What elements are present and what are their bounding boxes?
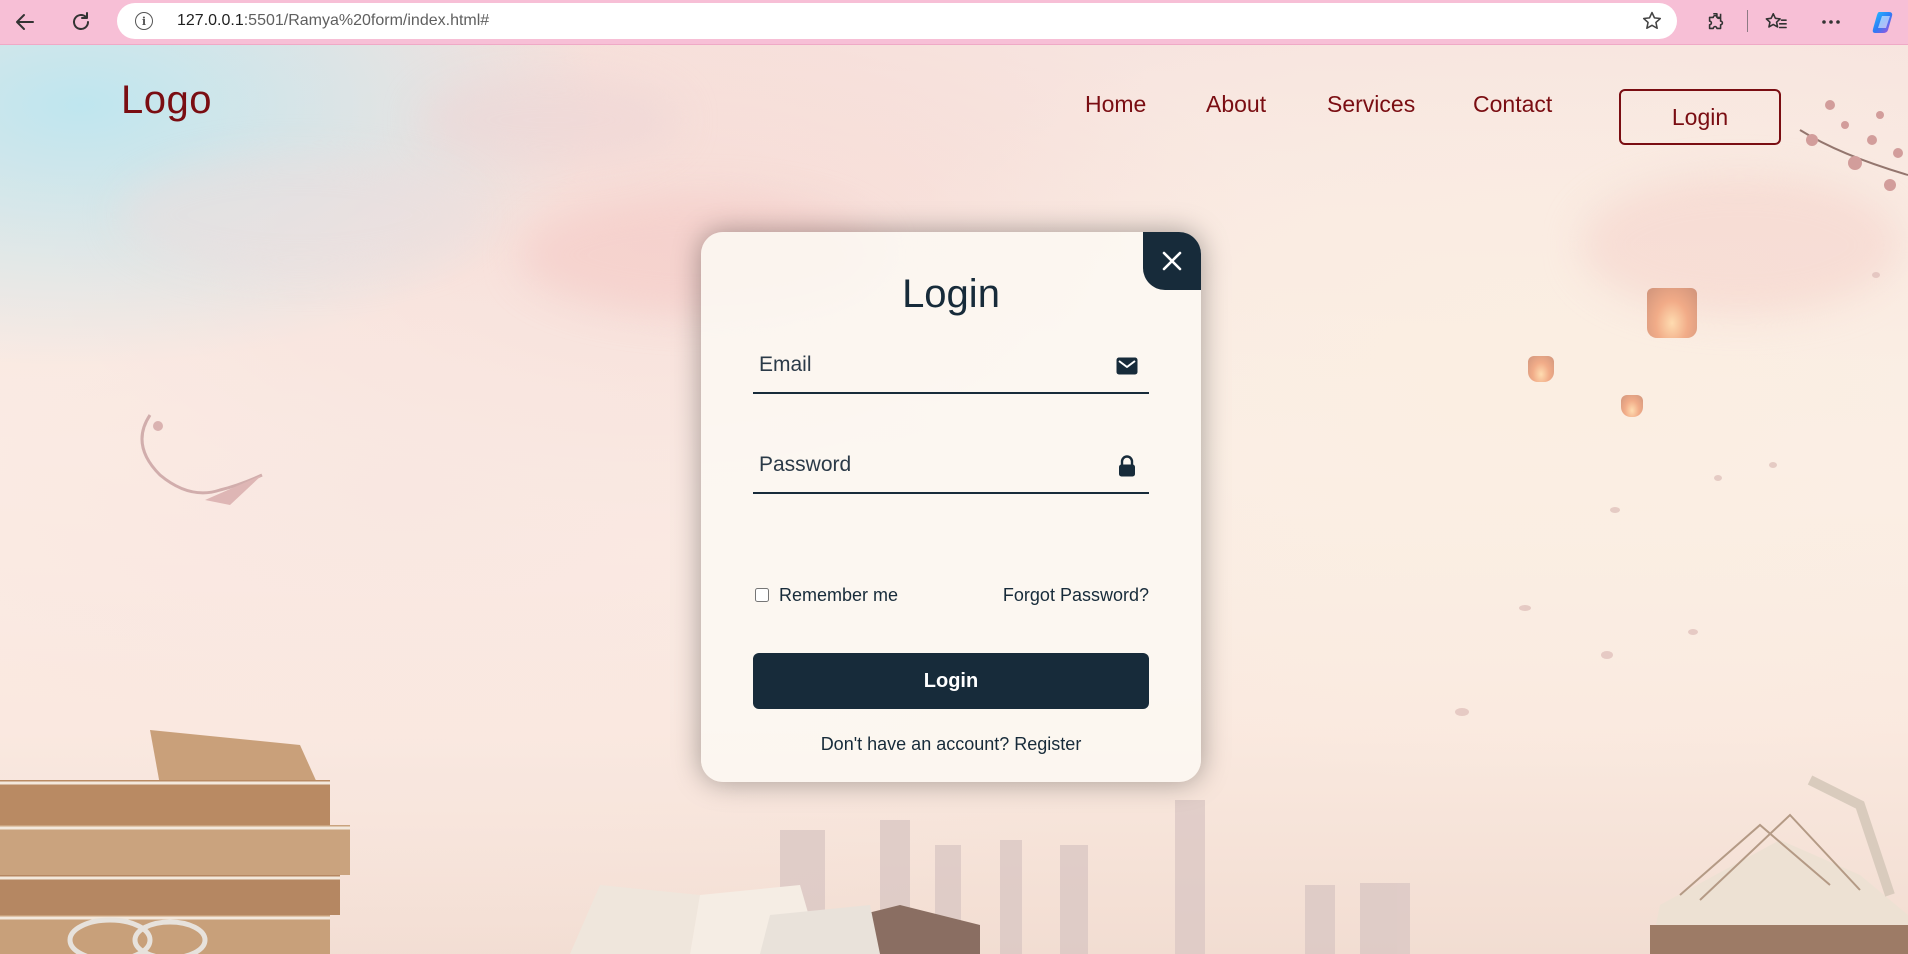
email-field-wrapper <box>753 338 1149 394</box>
petals <box>1455 272 1880 716</box>
address-url[interactable]: 127.0.0.1:5501/Ramya%20form/index.html# <box>177 12 489 30</box>
remember-checkbox[interactable] <box>755 588 769 602</box>
book-stack <box>0 730 350 954</box>
favorites-icon[interactable] <box>1760 6 1792 38</box>
more-icon[interactable] <box>1815 6 1847 38</box>
blossom-branch <box>1799 100 1908 191</box>
register-link[interactable]: Register <box>1014 734 1081 754</box>
address-bar[interactable]: i 127.0.0.1:5501/Ramya%20form/index.html… <box>117 3 1677 39</box>
close-icon <box>1160 249 1184 273</box>
register-prompt: Don't have an account? Register <box>701 734 1201 755</box>
toolbar-divider <box>1747 10 1748 32</box>
back-arrow-icon[interactable] <box>9 6 41 38</box>
info-icon[interactable]: i <box>135 12 153 30</box>
remember-row: Remember me Forgot Password? <box>753 585 1149 615</box>
copilot-icon[interactable] <box>1868 6 1900 38</box>
url-host: 127.0.0.1 <box>177 12 244 29</box>
nav-home[interactable]: Home <box>1085 91 1146 118</box>
mail-icon <box>1115 354 1139 378</box>
refresh-icon[interactable] <box>65 6 97 38</box>
open-books <box>570 885 980 954</box>
url-path: :5501/Ramya%20form/index.html# <box>243 12 490 29</box>
site-logo[interactable]: Logo <box>121 78 212 123</box>
browser-toolbar: i 127.0.0.1:5501/Ramya%20form/index.html… <box>0 0 1908 45</box>
header-login-button[interactable]: Login <box>1619 89 1781 145</box>
open-book-right <box>1650 775 1908 954</box>
password-input[interactable] <box>753 438 1093 492</box>
lock-icon <box>1115 454 1139 478</box>
nav-services[interactable]: Services <box>1327 91 1415 118</box>
nav-contact[interactable]: Contact <box>1473 91 1552 118</box>
page-background: Logo Home About Services Contact Login L… <box>0 45 1908 954</box>
star-icon[interactable] <box>1641 10 1663 32</box>
ribbon-decoration <box>140 414 263 505</box>
password-field-wrapper <box>753 438 1149 494</box>
remember-label[interactable]: Remember me <box>779 585 898 606</box>
nav-about[interactable]: About <box>1206 91 1266 118</box>
login-title: Login <box>902 272 1000 316</box>
email-input[interactable] <box>753 338 1093 392</box>
login-modal: Login Remember me Forgot Password? Login… <box>701 232 1201 782</box>
forgot-password-link[interactable]: Forgot Password? <box>1003 585 1149 606</box>
register-prompt-text: Don't have an account? <box>820 734 1010 754</box>
login-submit-button[interactable]: Login <box>753 653 1149 709</box>
extensions-icon[interactable] <box>1700 6 1732 38</box>
